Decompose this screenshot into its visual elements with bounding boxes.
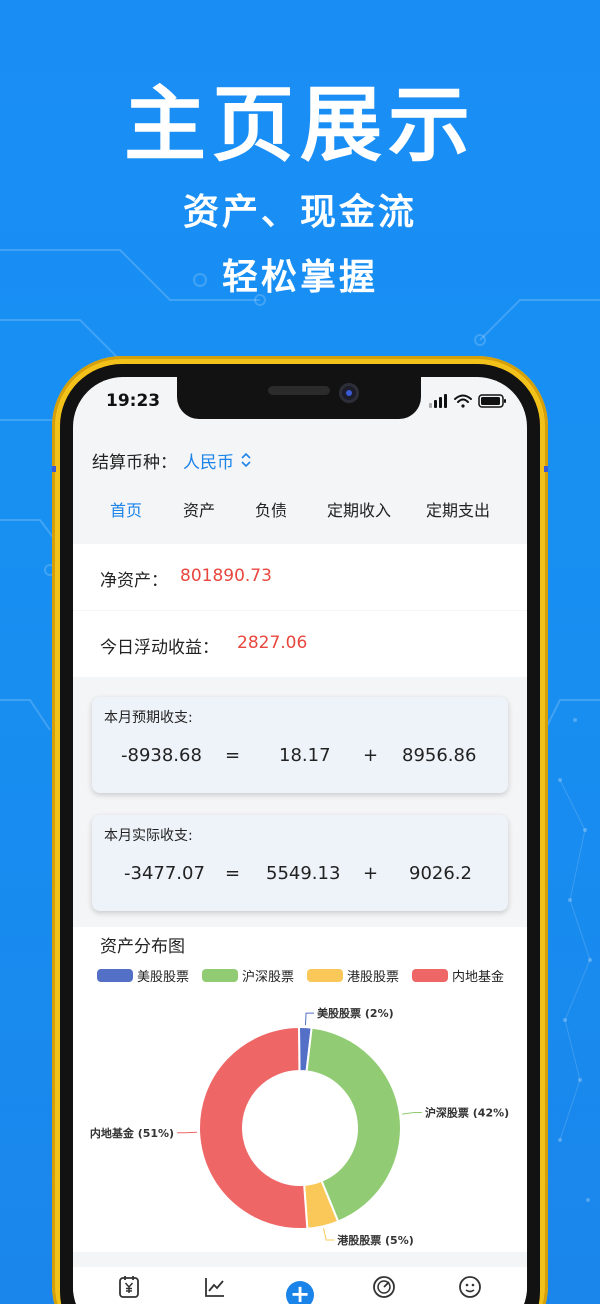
bottom-navigation: +	[73, 1267, 527, 1304]
net-assets-label: 净资产：	[100, 571, 168, 591]
leader-line	[304, 1012, 315, 1026]
currency-value[interactable]: 人民币	[183, 448, 234, 473]
asset-distribution-chart: 资产分布图 美股股票 沪深股票 港股股票 内地基金 美股股票 (2%) 沪深股票 …	[73, 927, 527, 1252]
legend-label: 港股股票	[347, 969, 400, 985]
daily-gain-label: 今日浮动收益：	[100, 638, 219, 658]
tab-home[interactable]: 首页	[110, 497, 142, 521]
promo-line-1: 资产、现金流	[182, 192, 417, 233]
donut-chart: 美股股票 (2%) 沪深股票 (42%) 港股股票 (5%) 内地基金 (51%)	[90, 1006, 509, 1247]
status-time: 19:23	[106, 391, 161, 411]
chevron-up-down-icon	[241, 452, 251, 468]
daily-gain-value: 2827.06	[237, 633, 308, 653]
label-a-shares: 沪深股票 (42%)	[425, 1105, 509, 1119]
net-assets-row: 净资产： 801890.73	[73, 544, 527, 610]
expected-expense: 8956.86	[402, 745, 477, 766]
label-hk-stocks: 港股股票 (5%)	[337, 1233, 414, 1247]
expected-income: 18.17	[279, 745, 331, 766]
legend-item-us-stocks[interactable]: 美股股票	[97, 967, 190, 985]
legend-swatch	[202, 968, 238, 982]
expected-plus: +	[363, 745, 379, 766]
tab-liabilities[interactable]: 负债	[255, 497, 287, 521]
actual-income: 5549.13	[266, 863, 341, 884]
expected-result: -8938.68	[121, 745, 202, 766]
expected-title: 本月预期收支:	[104, 710, 193, 726]
tab-recurring-expense[interactable]: 定期支出	[426, 497, 490, 521]
expected-equals: =	[225, 745, 241, 766]
leader-line	[401, 1111, 422, 1115]
tab-recurring-income[interactable]: 定期收入	[327, 497, 391, 521]
battery-icon	[478, 394, 506, 408]
phone-speaker	[268, 386, 330, 395]
actual-plus: +	[363, 863, 379, 884]
legend-swatch	[97, 968, 133, 982]
slice-domestic-funds[interactable]	[197, 1025, 309, 1230]
label-us-stocks: 美股股票 (2%)	[317, 1006, 394, 1020]
legend-item-domestic-funds[interactable]: 内地基金	[412, 967, 505, 985]
currency-selector[interactable]: 结算币种： 人民币	[92, 447, 252, 473]
leader-line	[322, 1228, 335, 1241]
legend-item-hk-stocks[interactable]: 港股股票	[307, 967, 400, 985]
promo-line-2: 轻松掌握	[221, 257, 378, 298]
legend-label: 内地基金	[452, 969, 505, 985]
chart-title: 资产分布图	[100, 937, 185, 957]
status-icons	[429, 394, 506, 408]
trend-chart-icon[interactable]	[203, 1275, 227, 1299]
phone-camera	[339, 383, 359, 403]
tab-assets[interactable]: 资产	[183, 497, 215, 521]
gauge-icon[interactable]	[372, 1275, 396, 1299]
phone-side-mark	[52, 466, 56, 472]
actual-title: 本月实际收支:	[104, 828, 193, 844]
net-assets-value: 801890.73	[180, 566, 272, 586]
label-domestic-funds: 内地基金 (51%)	[90, 1126, 174, 1140]
legend-label: 沪深股票	[242, 969, 295, 985]
legend-item-a-shares[interactable]: 沪深股票	[202, 967, 295, 985]
app-screen: 19:23 结算币种： 人民币 首页 资产 负债 定期收入 定期支出 净资产： …	[73, 377, 527, 1304]
yen-ledger-icon[interactable]	[117, 1275, 141, 1299]
phone-notch	[177, 377, 421, 419]
actual-equals: =	[225, 863, 241, 884]
legend-label: 美股股票	[137, 969, 190, 985]
signal-icon	[429, 394, 447, 408]
tab-bar: 首页 资产 负债 定期收入 定期支出	[73, 497, 527, 527]
daily-gain-row: 今日浮动收益： 2827.06	[73, 611, 527, 677]
currency-label: 结算币种：	[92, 452, 177, 473]
actual-expense: 9026.2	[409, 863, 472, 884]
phone-side-mark	[544, 466, 548, 472]
legend-swatch	[412, 968, 448, 982]
profile-icon[interactable]	[458, 1275, 482, 1299]
expected-summary-card: 本月预期收支: -8938.68 = 18.17 + 8956.86	[92, 697, 508, 793]
actual-summary-card: 本月实际收支: -3477.07 = 5549.13 + 9026.2	[92, 815, 508, 911]
promo-headline: 主页展示	[123, 78, 476, 173]
legend-swatch	[307, 968, 343, 982]
add-icon[interactable]: +	[286, 1281, 314, 1304]
wifi-icon	[454, 394, 472, 408]
actual-result: -3477.07	[124, 863, 205, 884]
